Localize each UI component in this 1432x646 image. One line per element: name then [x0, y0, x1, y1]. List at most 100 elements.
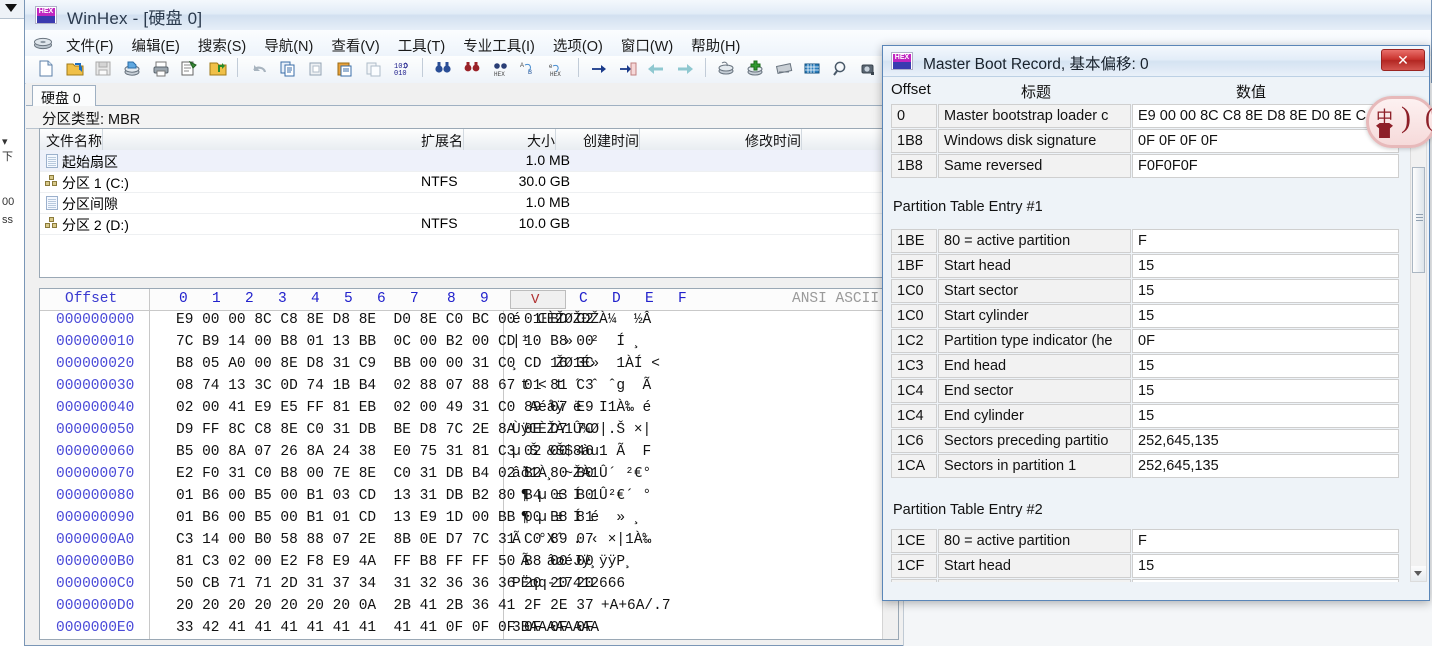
table-row[interactable]: 1C3 End head 15	[891, 354, 1399, 379]
cell-value[interactable]: 252,645,135	[1132, 429, 1399, 453]
mbr-dialog-titlebar[interactable]: HEX Master Boot Record, 基本偏移: 0 ✕	[883, 46, 1429, 77]
hex-ascii[interactable]: t < t ´ ˆ ˆg Ã	[512, 378, 652, 394]
calculator-icon[interactable]	[800, 57, 824, 80]
open-folder-icon[interactable]	[63, 57, 87, 80]
properties-icon[interactable]	[177, 57, 201, 80]
hex-ascii[interactable]: 3BAAAAAAAA	[512, 620, 599, 636]
cut-icon[interactable]	[304, 57, 328, 80]
menu-specialist-tools[interactable]: 专业工具(I)	[454, 31, 544, 59]
scrollbar-thumb[interactable]	[1412, 167, 1425, 273]
menu-tools[interactable]: 工具(T)	[389, 31, 455, 59]
open-disk-icon[interactable]	[120, 57, 144, 80]
goto-marker-icon[interactable]	[616, 57, 640, 80]
table-row[interactable]: 0 Master bootstrap loader c E9 00 00 8C …	[891, 104, 1399, 129]
hex-ascii[interactable]: +A+6A/.7	[540, 598, 671, 614]
menu-view[interactable]: 查看(V)	[322, 31, 388, 59]
binary-icon[interactable]: 101 010	[390, 57, 414, 80]
hex-ascii[interactable]: Ã °Xˆ . ‹ ×|1À‰	[512, 532, 651, 548]
hex-view-mode-button[interactable]: V	[510, 290, 566, 309]
hex-ascii[interactable]: |¹ » ² Í ¸	[512, 334, 643, 350]
paste-icon[interactable]	[333, 57, 357, 80]
new-file-icon[interactable]	[34, 57, 58, 80]
cell-value[interactable]: F	[1132, 529, 1399, 553]
find-hex-alt-icon[interactable]: HEX	[489, 57, 513, 80]
table-row[interactable]: 1C4 End cylinder 15	[891, 404, 1399, 429]
cell-value[interactable]: F	[1132, 229, 1399, 253]
hex-ascii[interactable]: Ã âøéJÿ¸ÿÿP¸	[512, 554, 634, 570]
cell-value[interactable]: 15	[1132, 354, 1399, 378]
cell-value[interactable]: 252,645,135	[1132, 454, 1399, 478]
table-row[interactable]: 分区 1 (C:) NTFS 30.0 GB	[40, 171, 898, 193]
save-icon[interactable]	[91, 57, 115, 80]
find-hex-icon[interactable]	[460, 57, 484, 80]
table-row[interactable]: 1BF Start head 15	[891, 254, 1399, 279]
hex-editor[interactable]: Offset 0 1 2 3 4 5 6 7 8 9 A B C D E F V…	[39, 288, 899, 640]
cell-value[interactable]: 0F	[1132, 329, 1399, 353]
table-row[interactable]: 1C6 Sectors preceding partitio 252,645,1…	[891, 429, 1399, 454]
paste-clipboard-icon[interactable]	[362, 57, 386, 80]
menu-options[interactable]: 选项(O)	[544, 31, 612, 59]
ime-floating-toolbar[interactable]: 中 ) (	[1366, 96, 1432, 148]
table-row[interactable]: 1C0 Start sector 15	[891, 279, 1399, 304]
table-row[interactable]: 1CA Sectors in partition 1 252,645,135	[891, 454, 1399, 479]
cell-value[interactable]: 15	[1132, 279, 1399, 303]
menu-search[interactable]: 搜索(S)	[189, 31, 255, 59]
ime-shirt-icon[interactable]	[1376, 123, 1393, 138]
cell-value[interactable]: 15	[1132, 379, 1399, 403]
tab-disk-0[interactable]: 硬盘 0	[32, 85, 96, 108]
hex-ascii[interactable]: µ Š &Š$8àu1 Ã F	[512, 444, 651, 460]
table-row[interactable]: 1CE 80 = active partition F	[891, 529, 1399, 554]
master-boot-record-dialog[interactable]: HEX Master Boot Record, 基本偏移: 0 ✕ Offset…	[882, 45, 1430, 601]
menu-file[interactable]: 文件(F)	[57, 31, 123, 59]
cell-value[interactable]: 15	[1132, 404, 1399, 428]
goto-offset-icon[interactable]	[587, 57, 611, 80]
magnifier-icon[interactable]	[829, 57, 853, 80]
hex-ascii[interactable]: ¸ ŽØ1É» 1ÀÍ <	[512, 356, 660, 372]
open-disk-2-icon[interactable]	[714, 57, 738, 80]
find-text-icon[interactable]	[431, 57, 455, 80]
menu-help[interactable]: 帮助(H)	[682, 31, 749, 59]
back-icon[interactable]	[644, 57, 668, 80]
replace-text-icon[interactable]: AB	[517, 57, 541, 80]
hex-ascii[interactable]: ¶ µ ± Í é » ¸	[512, 510, 643, 526]
table-row[interactable]: 1B8 Same reversed F0F0F0F	[891, 154, 1399, 179]
folder-exit-icon[interactable]	[206, 57, 230, 80]
table-row[interactable]: 1D0 Start sector 15	[891, 579, 1399, 582]
table-row[interactable]: 1C4 End sector 15	[891, 379, 1399, 404]
cell-value[interactable]: 0F 0F 0F 0F	[1132, 129, 1399, 153]
scroll-down-button[interactable]	[1411, 566, 1426, 581]
column-header-filename[interactable]: 文件名称	[46, 129, 103, 151]
close-icon[interactable]: ✕	[1381, 49, 1425, 71]
ram-icon[interactable]	[772, 57, 796, 80]
menu-window[interactable]: 窗口(W)	[612, 31, 682, 59]
hex-ascii[interactable]: ÙÿŒÈŽÀ1Û¾Ø|.Š ×|	[512, 422, 651, 438]
hex-ascii[interactable]: ¶ µ ± Í 1Û²€´ °	[512, 488, 652, 504]
add-disk-icon[interactable]	[743, 57, 767, 80]
table-row[interactable]: 1CF Start head 15	[891, 554, 1399, 579]
cell-value[interactable]: F0F0F0F	[1132, 154, 1399, 178]
table-row[interactable]: 分区 2 (D:) NTFS 10.0 GB	[40, 213, 898, 235]
hex-ascii[interactable]: é ŒÈŽØŽÐŽÀ¼ ½Â	[512, 312, 651, 328]
undo-icon[interactable]	[247, 57, 271, 80]
cell-value[interactable]: 15	[1132, 304, 1399, 328]
table-row[interactable]: 起始扇区 1.0 MB	[40, 150, 898, 172]
copy-icon[interactable]	[276, 57, 300, 80]
cell-value[interactable]: 15	[1132, 579, 1399, 582]
hex-bytes[interactable]: 20 20 20 20 20 20 20 0A 2B 41 2B 36 41 2…	[176, 598, 594, 614]
printer-icon[interactable]	[149, 57, 173, 80]
table-row[interactable]: 1BE 80 = active partition F	[891, 229, 1399, 254]
camera-icon[interactable]	[857, 57, 881, 80]
column-header-extension[interactable]: 扩展名	[421, 129, 464, 151]
replace-hex-icon[interactable]: e HEX	[546, 57, 570, 80]
column-header-modified[interactable]: 修改时间	[745, 129, 802, 151]
menu-edit[interactable]: 编辑(E)	[123, 31, 189, 59]
column-header-created[interactable]: 创建时间	[583, 129, 640, 151]
table-row[interactable]: 1C2 Partition type indicator (he 0F	[891, 329, 1399, 354]
cell-value[interactable]: 15	[1132, 254, 1399, 278]
cell-value[interactable]: 15	[1132, 554, 1399, 578]
forward-icon[interactable]	[673, 57, 697, 80]
hex-ascii[interactable]: PËqq-17412666	[512, 576, 625, 592]
hex-ascii[interactable]: Aéåÿ ë I1À‰ é	[512, 400, 651, 416]
column-header-size[interactable]: 大小	[527, 129, 556, 151]
cell-value[interactable]: E9 00 00 8C C8 8E D8 8E D0 8E C	[1132, 104, 1399, 128]
